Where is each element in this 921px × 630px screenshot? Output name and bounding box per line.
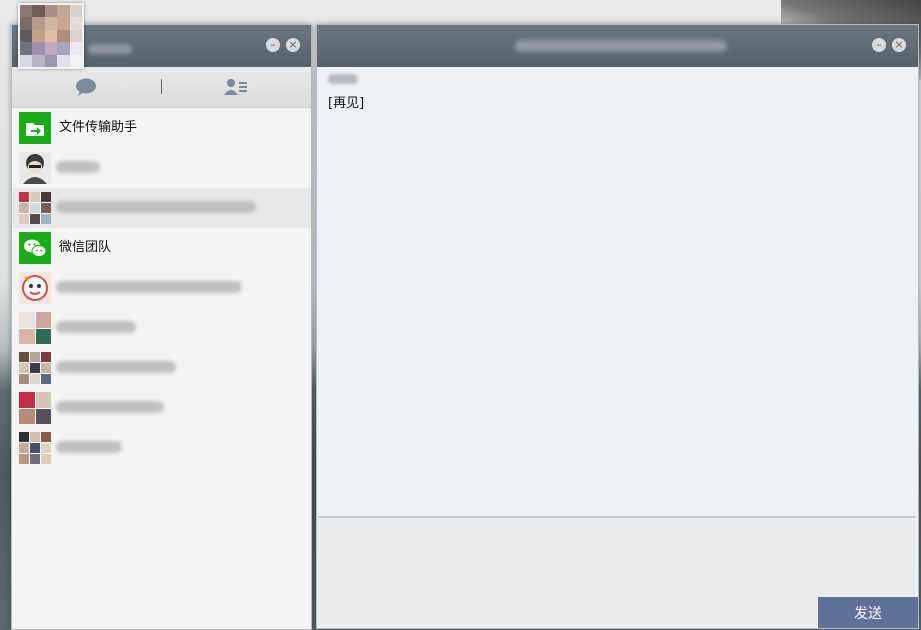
conversation-title-blurred (515, 40, 727, 52)
group-avatar (19, 432, 51, 464)
close-button[interactable]: × (286, 38, 300, 52)
minimize-icon: – (270, 38, 276, 51)
close-icon: × (288, 38, 298, 51)
avatar (19, 272, 51, 304)
chat-item[interactable] (12, 148, 311, 188)
group-avatar (19, 192, 51, 224)
tab-chats[interactable] (74, 77, 98, 97)
minimize-button[interactable]: – (266, 38, 280, 52)
chat-name: 文件传输助手 (59, 120, 138, 135)
minimize-button[interactable]: – (872, 38, 886, 52)
chat-item[interactable] (12, 268, 311, 308)
chat-item[interactable] (12, 308, 311, 348)
tab-bar (12, 67, 311, 108)
chat-name: 微信团队 (59, 240, 112, 255)
file-transfer-icon (19, 112, 51, 144)
wechat-team-icon (19, 232, 51, 264)
message-sender-blurred (328, 74, 358, 84)
chat-list: 文件传输助手 微信团队 (12, 108, 311, 468)
chat-name-blurred (56, 201, 256, 213)
chat-bubble-icon (76, 78, 96, 96)
chat-item[interactable] (12, 388, 311, 428)
chat-item-selected[interactable] (12, 188, 311, 228)
composer-splitter[interactable] (318, 516, 916, 518)
send-button[interactable]: 发送 (818, 597, 918, 628)
conversation-window: – × [再见] 发送 (316, 24, 919, 629)
message-area[interactable]: [再见] (318, 68, 916, 516)
group-avatar (19, 392, 51, 424)
chat-list-window: – × 文件传输助手 微信团队 (11, 24, 312, 630)
close-icon: × (894, 38, 904, 51)
tab-divider (161, 79, 162, 94)
message-text: [再见] (328, 96, 365, 111)
group-avatar (19, 312, 51, 344)
contacts-icon (224, 79, 247, 95)
chat-name-blurred (56, 441, 122, 453)
chat-name-blurred (56, 281, 242, 293)
chat-name-blurred (56, 361, 176, 373)
chat-name-blurred (56, 321, 136, 333)
chat-item-file-transfer[interactable]: 文件传输助手 (12, 108, 311, 148)
chat-name-blurred (56, 161, 100, 173)
conversation-title-bar: – × (317, 25, 918, 67)
minimize-icon: – (876, 38, 882, 51)
avatar (19, 152, 51, 184)
account-name-blurred (88, 44, 132, 54)
tab-contacts[interactable] (224, 77, 248, 97)
chat-name-blurred (56, 401, 164, 413)
chat-item-wechat-team[interactable]: 微信团队 (12, 228, 311, 268)
group-avatar (19, 352, 51, 384)
chat-item[interactable] (12, 428, 311, 468)
chat-item[interactable] (12, 348, 311, 388)
close-button[interactable]: × (892, 38, 906, 52)
my-avatar[interactable] (18, 3, 84, 69)
